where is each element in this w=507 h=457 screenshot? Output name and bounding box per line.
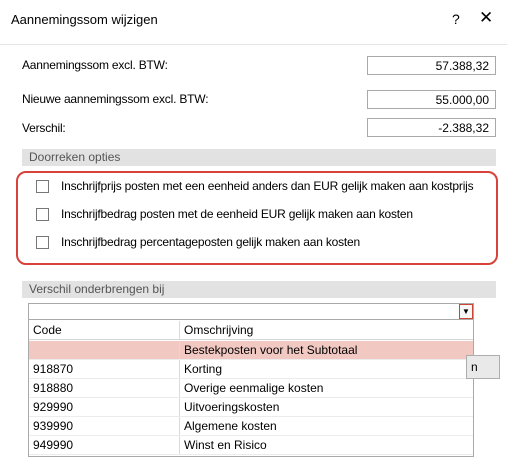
close-icon[interactable]: ✕: [479, 8, 493, 28]
row-desc: Uitvoeringskosten: [184, 400, 280, 414]
row-code: 949990: [33, 438, 74, 452]
table-row[interactable]: 929990 Uitvoeringskosten: [29, 398, 473, 417]
row-code: [29, 341, 179, 359]
grid-header: Code Omschrijving: [29, 321, 473, 340]
checkbox[interactable]: [36, 207, 49, 221]
table-row[interactable]: 939990 Algemene kosten: [29, 417, 473, 436]
row-code: 929990: [33, 400, 74, 414]
dropdown-grid: Code Omschrijving Bestekposten voor het …: [28, 320, 474, 457]
difference-header: Verschil onderbrengen bij: [22, 281, 496, 298]
row-code: 939990: [33, 419, 74, 433]
checkbox[interactable]: [36, 179, 49, 193]
excl-label: Aannemingssom excl. BTW:: [22, 58, 168, 72]
difference-combo[interactable]: [28, 303, 474, 320]
table-row[interactable]: 949990 Winst en Risico: [29, 436, 473, 455]
option-label: Inschrijfbedrag percentageposten gelijk …: [61, 235, 360, 249]
chevron-down-icon[interactable]: ▼: [459, 304, 473, 319]
row-desc: Algemene kosten: [184, 419, 277, 433]
title-separator: [0, 44, 507, 45]
option-row-1[interactable]: Inschrijfprijs posten met een eenheid an…: [36, 178, 474, 194]
row-desc: Bestekposten voor het Subtotaal: [184, 343, 358, 357]
excl-value-field[interactable]: 57.388,32: [367, 56, 496, 75]
options-header: Doorreken opties: [22, 149, 496, 166]
row-desc: Winst en Risico: [184, 438, 267, 452]
column-omschrijving[interactable]: Omschrijving: [180, 321, 473, 339]
table-row[interactable]: Bestekposten voor het Subtotaal: [29, 341, 473, 360]
diff-label: Verschil:: [22, 121, 66, 135]
row-desc: Overige eenmalige kosten: [184, 381, 324, 395]
help-icon[interactable]: ?: [452, 11, 460, 27]
option-label: Inschrijfprijs posten met een eenheid an…: [61, 179, 474, 193]
window-title: Aannemingssom wijzigen: [11, 12, 158, 27]
new-label: Nieuwe aannemingssom excl. BTW:: [22, 92, 209, 106]
diff-value-field[interactable]: -2.388,32: [367, 118, 496, 137]
option-label: Inschrijfbedrag posten met de eenheid EU…: [61, 207, 413, 221]
column-code[interactable]: Code: [29, 321, 179, 339]
checkbox[interactable]: [36, 235, 49, 249]
row-code: 918880: [33, 381, 74, 395]
row-desc: Korting: [184, 362, 223, 376]
title-bar: Aannemingssom wijzigen ? ✕: [0, 0, 507, 44]
table-row[interactable]: 918870 Korting: [29, 360, 473, 379]
table-row[interactable]: 918880 Overige eenmalige kosten: [29, 379, 473, 398]
option-row-3[interactable]: Inschrijfbedrag percentageposten gelijk …: [36, 234, 360, 250]
new-value-field[interactable]: 55.000,00: [367, 90, 496, 109]
option-row-2[interactable]: Inschrijfbedrag posten met de eenheid EU…: [36, 206, 413, 222]
partially-hidden-button[interactable]: n: [466, 355, 500, 379]
row-code: 918870: [33, 362, 74, 376]
